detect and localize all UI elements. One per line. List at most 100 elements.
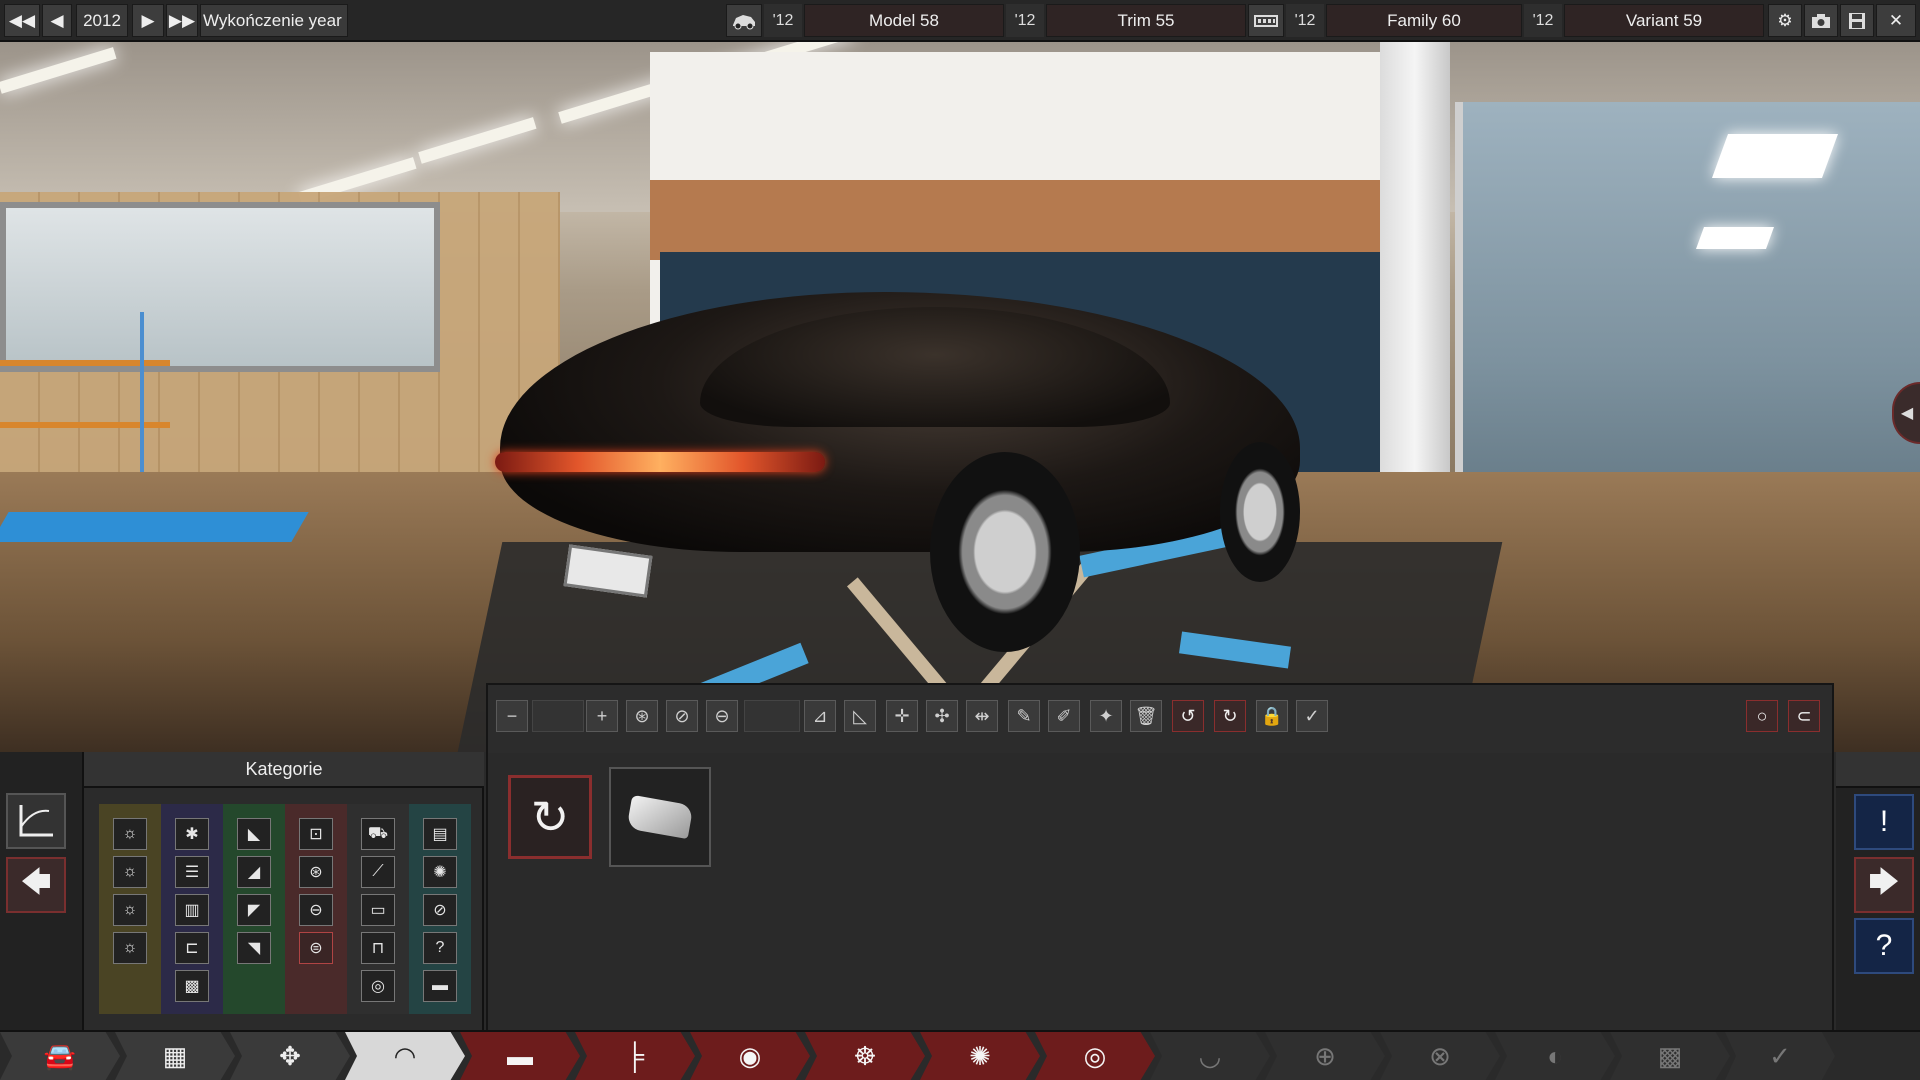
truck-icon[interactable]: ⛟ xyxy=(361,818,395,850)
next-arrow-button[interactable]: 🡆 xyxy=(1854,857,1914,913)
bug-icon[interactable]: ✱ xyxy=(175,818,209,850)
plus-icon[interactable]: + xyxy=(586,700,618,732)
light-icon[interactable]: ☼ xyxy=(113,894,147,926)
interior-icon[interactable]: ╞ xyxy=(575,1032,695,1080)
light-icon[interactable]: ☼ xyxy=(113,818,147,850)
category-column-grilles: ✱ ☰ ▥ ⊏ ▩ xyxy=(161,804,223,1014)
chassis-icon[interactable]: ▦ xyxy=(115,1032,235,1080)
wheel-icon[interactable]: ⊛ xyxy=(299,856,333,888)
fast-forward-icon[interactable]: ▶▶ xyxy=(166,4,198,37)
back-icon[interactable]: ◀ xyxy=(42,4,72,37)
skew-alt-icon[interactable]: ◺ xyxy=(844,700,876,732)
seat-icon[interactable]: ⊕ xyxy=(1265,1032,1385,1080)
car-viewport[interactable] xyxy=(0,42,1920,752)
mirror-icon[interactable]: ◥ xyxy=(237,932,271,964)
lock-icon[interactable]: 🔒 xyxy=(1256,700,1288,732)
flatten-icon[interactable]: ⊖ xyxy=(706,700,738,732)
size-value-field[interactable] xyxy=(532,700,584,732)
mirror-on-icon[interactable]: ⊛ xyxy=(626,700,658,732)
fixtures-icon[interactable]: ◉ xyxy=(690,1032,810,1080)
fixture-thumbnail[interactable] xyxy=(609,767,711,867)
shelf xyxy=(0,360,170,366)
top-bar: ◀◀ ◀ 2012 ▶ ▶▶ Wykończenie year '12 Mode… xyxy=(0,0,1920,42)
trash-icon[interactable]: 🗑 xyxy=(1130,700,1162,732)
model-selector[interactable]: Model 58 xyxy=(804,4,1004,37)
move-vertical-icon[interactable]: ✛ xyxy=(886,700,918,732)
brakes-icon[interactable]: ☸ xyxy=(805,1032,925,1080)
light-icon[interactable]: ☼ xyxy=(113,856,147,888)
seat-icon[interactable]: ⊏ xyxy=(175,932,209,964)
car-icon[interactable] xyxy=(726,4,762,37)
car-front-icon[interactable]: ⊡ xyxy=(299,818,333,850)
category-column-lights: ☼ ☼ ☼ ☼ xyxy=(99,804,161,1014)
trim-icon[interactable]: ▬ xyxy=(460,1032,580,1080)
undo-icon[interactable]: ↺ xyxy=(1172,700,1204,732)
mirror-icon[interactable]: ◣ xyxy=(237,818,271,850)
plate-icon[interactable]: ▭ xyxy=(361,894,395,926)
back-arrow-button[interactable]: 🡄 xyxy=(6,857,66,913)
paint-icon[interactable]: ✎ xyxy=(1008,700,1040,732)
tires-icon[interactable]: ◎ xyxy=(1035,1032,1155,1080)
axis-tool-icon[interactable] xyxy=(6,793,66,849)
year-value[interactable]: 2012 xyxy=(76,4,128,37)
window-light xyxy=(1711,134,1839,178)
symmetry-icon[interactable]: ⇹ xyxy=(966,700,998,732)
save-icon[interactable] xyxy=(1840,4,1874,37)
garage-window xyxy=(0,202,440,372)
test-icon[interactable]: ◐ xyxy=(1495,1032,1615,1080)
magnet-icon[interactable]: ⊂ xyxy=(1788,700,1820,732)
mirror-icon[interactable]: ◤ xyxy=(237,894,271,926)
minus-icon[interactable]: − xyxy=(496,700,528,732)
close-icon[interactable]: ✕ xyxy=(1876,4,1916,37)
circle-select-icon[interactable]: ○ xyxy=(1746,700,1778,732)
wheels-icon[interactable]: ✺ xyxy=(920,1032,1040,1080)
settings-icon[interactable]: ⚙ xyxy=(1768,4,1802,37)
selected-part-icon[interactable]: ⊜ xyxy=(299,932,333,964)
spray-icon[interactable]: ✦ xyxy=(1090,700,1122,732)
family-selector[interactable]: Family 60 xyxy=(1326,4,1522,37)
mirror-icon[interactable]: ◢ xyxy=(237,856,271,888)
trim-selector[interactable]: Trim 55 xyxy=(1046,4,1246,37)
body-shape-icon[interactable]: ◠ xyxy=(345,1032,465,1080)
move-horizontal-icon[interactable]: ✣ xyxy=(926,700,958,732)
right-column-header xyxy=(1836,752,1920,788)
skew-icon[interactable]: ⊿ xyxy=(804,700,836,732)
camera-icon[interactable] xyxy=(1804,4,1838,37)
cap-icon[interactable]: ◎ xyxy=(361,970,395,1002)
car-front-icon[interactable]: 🚘 xyxy=(0,1032,120,1080)
panel-icon[interactable]: ▤ xyxy=(423,818,457,850)
steering-icon[interactable]: ⊗ xyxy=(1380,1032,1500,1080)
question-icon[interactable]: ? xyxy=(423,932,457,964)
handle-icon[interactable]: ⊖ xyxy=(299,894,333,926)
aero-icon[interactable]: ◡ xyxy=(1150,1032,1270,1080)
wiper-icon[interactable]: ⟋ xyxy=(361,856,395,888)
car-taillight xyxy=(495,452,825,472)
grille-icon[interactable]: ☰ xyxy=(175,856,209,888)
mirror-off-icon[interactable]: ⊘ xyxy=(666,700,698,732)
trim-year: '12 xyxy=(1006,4,1044,37)
finish-check-icon[interactable]: ✓ xyxy=(1725,1032,1835,1080)
shelf xyxy=(0,422,170,428)
engine-icon[interactable] xyxy=(1248,4,1284,37)
rotation-value-field[interactable] xyxy=(744,700,800,732)
help-icon[interactable]: ? xyxy=(1854,918,1914,974)
spoiler-icon[interactable]: ▬ xyxy=(423,970,457,1002)
exhaust-icon[interactable]: ⊘ xyxy=(423,894,457,926)
reset-part-button[interactable]: ↻ xyxy=(508,775,592,859)
paint-alt-icon[interactable]: ✐ xyxy=(1048,700,1080,732)
warning-icon[interactable]: ! xyxy=(1854,794,1914,850)
fast-back-icon[interactable]: ◀◀ xyxy=(4,4,40,37)
tank-icon[interactable]: ⊓ xyxy=(361,932,395,964)
forward-icon[interactable]: ▶ xyxy=(132,4,164,37)
category-column-body: ⊡ ⊛ ⊖ ⊜ xyxy=(285,804,347,1014)
variant-selector[interactable]: Variant 59 xyxy=(1564,4,1764,37)
vent-icon[interactable]: ▥ xyxy=(175,894,209,926)
rim-icon[interactable]: ✺ xyxy=(423,856,457,888)
suspension-icon[interactable]: ✥ xyxy=(230,1032,350,1080)
family-year: '12 xyxy=(1286,4,1324,37)
confirm-icon[interactable]: ✓ xyxy=(1296,700,1328,732)
light-icon[interactable]: ☼ xyxy=(113,932,147,964)
redo-icon[interactable]: ↻ xyxy=(1214,700,1246,732)
race-icon[interactable]: ▩ xyxy=(1610,1032,1730,1080)
mesh-icon[interactable]: ▩ xyxy=(175,970,209,1002)
